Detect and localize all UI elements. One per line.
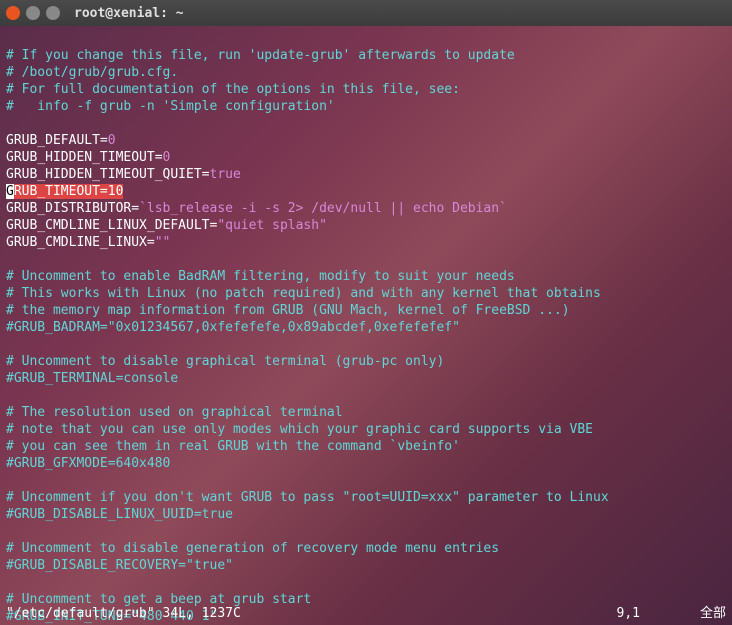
status-mode: 全部 — [700, 605, 726, 622]
file-line-cursor: GRUB_TIMEOUT=10 — [6, 184, 123, 199]
file-line: GRUB_CMDLINE_LINUX_DEFAULT="quiet splash… — [6, 218, 327, 233]
vim-statusline: "/etc/default/grub" 34L, 1237C 9,1 全部 — [6, 605, 726, 622]
file-line: #GRUB_DISABLE_RECOVERY="true" — [6, 558, 233, 573]
titlebar[interactable]: root@xenial: ~ — [0, 0, 732, 26]
file-line: GRUB_HIDDEN_TIMEOUT_QUIET=true — [6, 167, 241, 182]
file-line: # Uncomment if you don't want GRUB to pa… — [6, 490, 609, 505]
file-line: # This works with Linux (no patch requir… — [6, 286, 601, 301]
file-line: # you can see them in real GRUB with the… — [6, 439, 460, 454]
file-line: # /boot/grub/grub.cfg. — [6, 65, 178, 80]
file-line: #GRUB_DISABLE_LINUX_UUID=true — [6, 507, 233, 522]
maximize-icon[interactable] — [46, 6, 60, 20]
file-line: # info -f grub -n 'Simple configuration' — [6, 99, 335, 114]
file-line: #GRUB_GFXMODE=640x480 — [6, 456, 170, 471]
file-line: # Uncomment to disable graphical termina… — [6, 354, 444, 369]
file-line: # the memory map information from GRUB (… — [6, 303, 570, 318]
status-file: "/etc/default/grub" 34L, 1237C — [6, 605, 617, 622]
file-line: GRUB_CMDLINE_LINUX="" — [6, 235, 170, 250]
file-line: # Uncomment to enable BadRAM filtering, … — [6, 269, 515, 284]
file-line: # note that you can use only modes which… — [6, 422, 593, 437]
window-title: root@xenial: ~ — [74, 6, 184, 21]
file-line: #GRUB_BADRAM="0x01234567,0xfefefefe,0x89… — [6, 320, 460, 335]
file-line: GRUB_DEFAULT=0 — [6, 133, 116, 148]
file-line: #GRUB_TERMINAL=console — [6, 371, 178, 386]
file-line: GRUB_DISTRIBUTOR=`lsb_release -i -s 2> /… — [6, 201, 507, 216]
terminal-content[interactable]: # If you change this file, run 'update-g… — [0, 26, 732, 625]
file-line: # For full documentation of the options … — [6, 82, 460, 97]
status-cursor-pos: 9,1 — [617, 605, 640, 622]
file-line: GRUB_HIDDEN_TIMEOUT=0 — [6, 150, 170, 165]
terminal-window: root@xenial: ~ # If you change this file… — [0, 0, 732, 625]
close-icon[interactable] — [6, 6, 20, 20]
file-line: # The resolution used on graphical termi… — [6, 405, 343, 420]
minimize-icon[interactable] — [26, 6, 40, 20]
file-line: # If you change this file, run 'update-g… — [6, 48, 515, 63]
file-line: # Uncomment to disable generation of rec… — [6, 541, 499, 556]
